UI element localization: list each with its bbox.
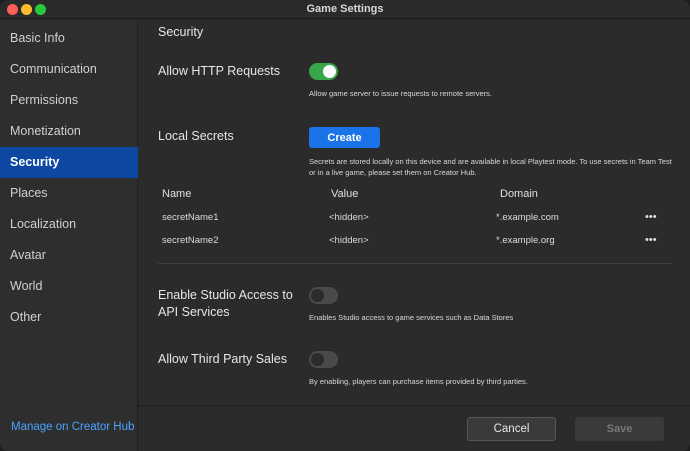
sidebar-item-monetization[interactable]: Monetization <box>0 116 138 147</box>
secret-row-1-domain: *.example.com <box>496 212 559 223</box>
sidebar-item-world[interactable]: World <box>0 271 138 302</box>
sidebar-footer: Manage on Creator Hub <box>0 376 138 451</box>
third-party-sales-help: By enabling, players can purchase items … <box>309 377 528 386</box>
secret-row-1-value: <hidden> <box>329 212 369 223</box>
more-options-icon[interactable]: ••• <box>645 211 657 223</box>
secret-row-2-domain: *.example.org <box>496 235 555 246</box>
page-title: Security <box>158 25 204 39</box>
secret-row-1-name: secretName1 <box>162 212 219 223</box>
local-secrets-help: Secrets are stored locally on this devic… <box>309 157 672 177</box>
studio-access-label-line1: Enable Studio Access to <box>158 288 293 302</box>
sidebar-item-permissions[interactable]: Permissions <box>0 85 138 116</box>
settings-panel: Security Allow HTTP Requests Allow game … <box>139 20 690 405</box>
more-options-icon[interactable]: ••• <box>645 234 657 246</box>
toggle-knob <box>323 65 336 78</box>
studio-access-toggle[interactable] <box>309 287 338 304</box>
create-secret-button[interactable]: Create <box>309 127 380 148</box>
column-header-value: Value <box>331 188 359 200</box>
local-secrets-label: Local Secrets <box>158 129 234 143</box>
secret-row-2-name: secretName2 <box>162 235 219 246</box>
studio-access-help: Enables Studio access to game services s… <box>309 313 514 322</box>
sidebar-item-avatar[interactable]: Avatar <box>0 240 138 271</box>
toggle-knob <box>311 289 324 302</box>
sidebar-item-security[interactable]: Security <box>0 147 138 178</box>
sidebar-item-localization[interactable]: Localization <box>0 209 138 240</box>
game-settings-window: Game Settings Basic Info Communication P… <box>0 0 690 451</box>
sidebar: Basic Info Communication Permissions Mon… <box>0 20 138 376</box>
sidebar-item-basic-info[interactable]: Basic Info <box>0 23 138 54</box>
column-header-name: Name <box>162 188 192 200</box>
http-requests-help: Allow game server to issue requests to r… <box>309 89 492 98</box>
window-title: Game Settings <box>306 3 384 15</box>
studio-access-label-line2: API Services <box>158 305 230 319</box>
sidebar-item-other[interactable]: Other <box>0 302 138 333</box>
third-party-sales-label: Allow Third Party Sales <box>158 352 287 366</box>
secret-row-2-value: <hidden> <box>329 235 369 246</box>
manage-on-creator-hub-link[interactable]: Manage on Creator Hub <box>11 421 134 433</box>
http-requests-label: Allow HTTP Requests <box>158 64 281 78</box>
save-button[interactable]: Save <box>575 417 664 441</box>
column-header-domain: Domain <box>500 188 538 200</box>
cancel-button[interactable]: Cancel <box>467 417 556 441</box>
divider <box>158 263 672 264</box>
sidebar-item-communication[interactable]: Communication <box>0 54 138 85</box>
sidebar-item-places[interactable]: Places <box>0 178 138 209</box>
third-party-sales-toggle[interactable] <box>309 351 338 368</box>
toggle-knob <box>311 353 324 366</box>
http-requests-toggle[interactable] <box>309 63 338 80</box>
title-bar: Game Settings <box>0 0 690 19</box>
